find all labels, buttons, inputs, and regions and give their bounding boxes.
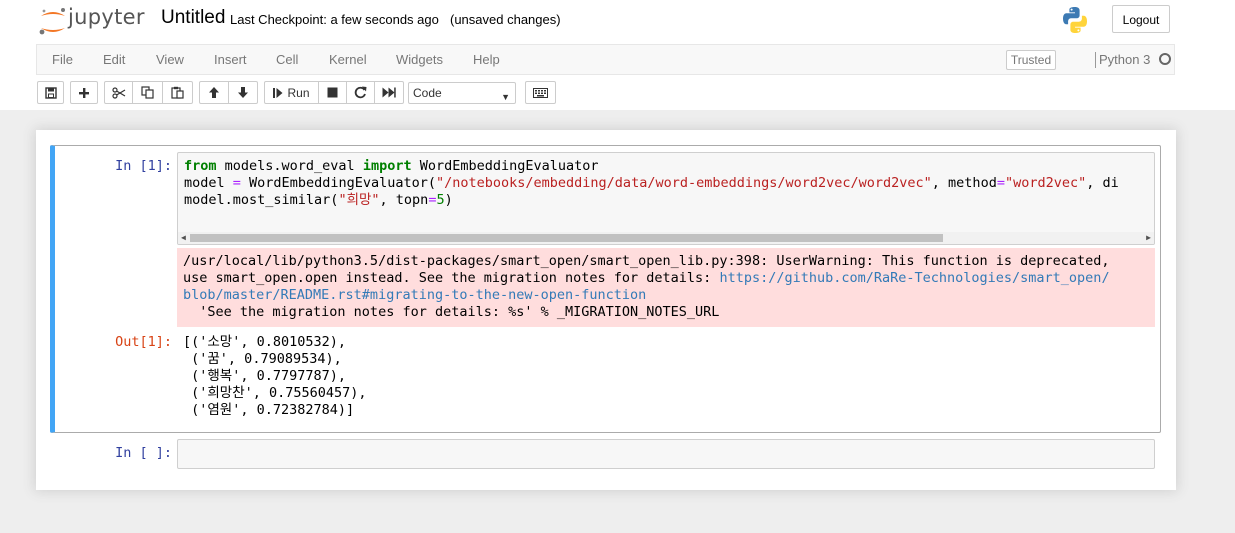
arrow-down-icon <box>238 87 248 98</box>
in-prompt-empty: In [ ]: <box>115 445 172 461</box>
insert-cell-button[interactable] <box>70 81 98 104</box>
run-button[interactable]: Run <box>264 81 319 104</box>
menu-view[interactable]: View <box>156 52 184 67</box>
kernel-separator <box>1095 52 1096 68</box>
paste-icon <box>171 86 184 99</box>
move-down-button[interactable] <box>228 81 258 104</box>
restart-icon <box>354 86 367 99</box>
checkpoint-status: Last Checkpoint: a few seconds ago <box>230 12 439 27</box>
kernel-idle-icon <box>1159 53 1171 65</box>
jupyter-logo-text: jupyter <box>68 5 145 29</box>
menubar: File Edit View Insert Cell Kernel Widget… <box>36 44 1175 75</box>
run-label: Run <box>287 85 310 100</box>
unsaved-status: (unsaved changes) <box>450 12 561 27</box>
result-line: ('염원', 0.72382784)] <box>183 402 355 418</box>
code-token: "희망" <box>338 192 380 208</box>
horizontal-scrollbar[interactable]: ◀ ▶ <box>178 232 1154 244</box>
code-token: WordEmbeddingEvaluator( <box>240 175 436 191</box>
jupyter-logo-icon <box>39 8 65 35</box>
result-line: [('소망', 0.8010532), <box>183 334 347 350</box>
code-token: ) <box>444 192 453 208</box>
cut-icon <box>111 86 125 99</box>
menu-widgets[interactable]: Widgets <box>396 52 443 67</box>
select-caret-icon: ▼ <box>501 92 510 102</box>
copy-button[interactable] <box>132 81 163 104</box>
stderr-text: use smart_open.open instead. See the mig… <box>183 270 720 286</box>
header: jupyter Untitled Last Checkpoint: a few … <box>0 0 1235 110</box>
scrollbar-thumb[interactable] <box>190 234 943 242</box>
code-token: model <box>184 175 233 191</box>
code-line-2: model = WordEmbeddingEvaluator("/noteboo… <box>184 175 1119 192</box>
restart-button[interactable] <box>346 81 375 104</box>
code-token: = <box>996 175 1005 191</box>
code-token: = <box>232 175 241 191</box>
stderr-output: /usr/local/lib/python3.5/dist-packages/s… <box>177 248 1155 327</box>
save-button[interactable] <box>37 81 64 104</box>
run-icon <box>273 87 283 98</box>
command-palette-button[interactable] <box>525 81 556 104</box>
interrupt-button[interactable] <box>318 81 347 104</box>
cell-type-select[interactable]: Code ▼ <box>408 82 516 104</box>
menu-file[interactable]: File <box>52 52 73 67</box>
keyboard-icon <box>533 87 548 98</box>
plus-icon <box>79 87 89 98</box>
code-token: WordEmbeddingEvaluator <box>411 158 599 174</box>
python-logo-icon <box>1060 5 1090 35</box>
copy-icon <box>141 86 154 99</box>
notebook-title[interactable]: Untitled <box>161 7 225 29</box>
in-prompt: In [1]: <box>115 158 172 174</box>
code-token: 5 <box>436 192 445 208</box>
empty-code-input[interactable] <box>177 439 1155 469</box>
arrow-up-icon <box>209 87 219 98</box>
menu-kernel[interactable]: Kernel <box>329 52 367 67</box>
code-token: , method <box>931 175 997 191</box>
scroll-right-icon[interactable]: ▶ <box>1146 232 1151 244</box>
code-token: models.word_eval <box>216 158 363 174</box>
fast-forward-icon <box>382 87 396 98</box>
migration-link-continued[interactable]: blob/master/README.rst#migrating-to-the-… <box>183 287 646 304</box>
move-up-button[interactable] <box>199 81 229 104</box>
menu-help[interactable]: Help <box>473 52 500 67</box>
code-line-3: model.most_similar("희망", topn=5) <box>184 192 453 209</box>
code-token: , di <box>1086 175 1119 191</box>
menu-insert[interactable]: Insert <box>214 52 247 67</box>
code-token: from <box>184 158 217 174</box>
scroll-left-icon[interactable]: ◀ <box>181 232 186 244</box>
save-icon <box>44 86 57 99</box>
result-line: ('희망찬', 0.75560457), <box>183 385 367 401</box>
code-input[interactable]: from models.word_eval import WordEmbeddi… <box>177 152 1155 245</box>
code-token: model.most_similar( <box>184 192 339 208</box>
menu-cell[interactable]: Cell <box>276 52 298 67</box>
code-token: "/notebooks/embedding/data/word-embeddin… <box>436 175 932 191</box>
menu-edit[interactable]: Edit <box>103 52 125 67</box>
code-token: import <box>362 158 412 174</box>
run-all-button[interactable] <box>374 81 404 104</box>
code-token: "word2vec" <box>1004 175 1087 191</box>
cut-button[interactable] <box>104 81 133 104</box>
kernel-name[interactable]: Python 3 <box>1099 52 1150 67</box>
stderr-line: 'See the migration notes for details: %s… <box>183 304 720 320</box>
out-prompt: Out[1]: <box>115 334 172 350</box>
code-token: , topn <box>379 192 429 208</box>
stderr-line: /usr/local/lib/python3.5/dist-packages/s… <box>183 253 1110 269</box>
logout-button[interactable]: Logout <box>1112 5 1170 33</box>
paste-button[interactable] <box>162 81 193 104</box>
result-output: [('소망', 0.8010532), ('꿈', 0.79089534), (… <box>177 334 777 424</box>
stop-icon <box>327 87 338 98</box>
result-line: ('행복', 0.7797787), <box>183 368 347 384</box>
cell-type-value: Code <box>413 86 442 100</box>
trusted-indicator[interactable]: Trusted <box>1006 50 1056 70</box>
result-line: ('꿈', 0.79089534), <box>183 351 342 367</box>
migration-link[interactable]: https://github.com/RaRe-Technologies/sma… <box>719 270 1109 286</box>
code-line-1: from models.word_eval import WordEmbeddi… <box>184 158 599 175</box>
stderr-line: use smart_open.open instead. See the mig… <box>183 270 1110 287</box>
